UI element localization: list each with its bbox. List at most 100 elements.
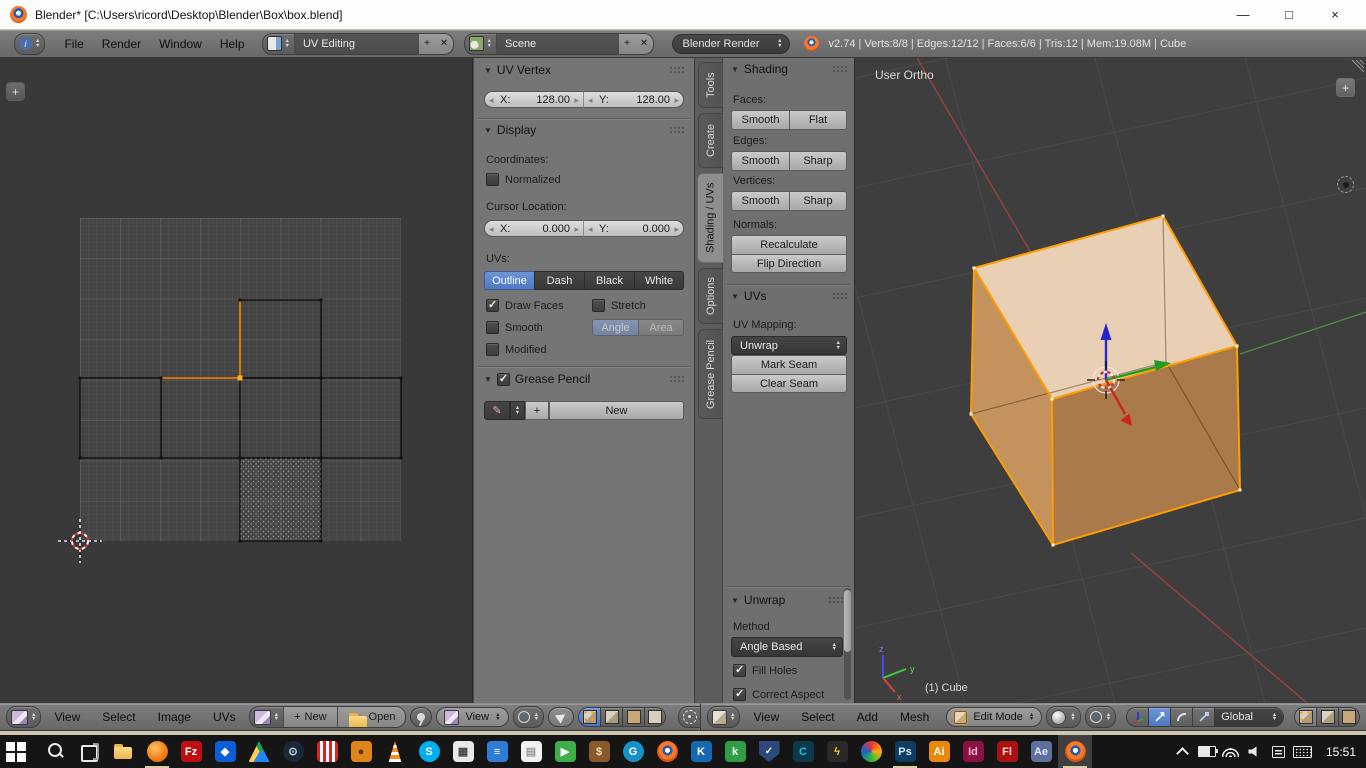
start-button[interactable] [2,735,38,768]
translate-manipulator-button[interactable] [1148,707,1170,727]
taskbar-app-file-explorer[interactable] [106,735,140,768]
method-dropdown[interactable]: Angle Based [731,637,843,657]
close-button[interactable]: × [1312,0,1358,29]
clear-seam-button[interactable]: Clear Seam [731,374,847,393]
uv-vertex-x-slider[interactable]: X:128.00 [484,91,584,108]
unwrap-dropdown[interactable]: Unwrap [731,336,847,355]
uv-sync-selection-toggle[interactable] [548,707,574,727]
edges-sharp-button[interactable]: Sharp [789,151,847,171]
menu-help[interactable]: Help [211,37,254,51]
scrollbar-thumb[interactable] [844,590,851,652]
grease-pencil-browse-button[interactable] [510,401,525,420]
tray-wifi[interactable] [1219,735,1243,768]
uv-draw-dash-button[interactable]: Dash [534,271,584,290]
taskbar-app-task-view[interactable] [72,735,106,768]
uv-pivot-dropdown[interactable] [513,706,544,728]
taskbar-app-app-orange[interactable]: ● [344,735,378,768]
panel-header-display[interactable]: ▼ Display [484,123,684,137]
tab-grease-pencil[interactable]: Grease Pencil [698,329,723,419]
taskbar-app-blender[interactable] [1058,735,1092,768]
menu-render[interactable]: Render [93,37,150,51]
taskbar-app-skype[interactable]: S [412,735,446,768]
modified-checkbox[interactable] [486,343,499,356]
maximize-button[interactable]: □ [1266,0,1312,29]
vp-menu-add[interactable]: Add [848,710,887,724]
pin-image-button[interactable] [410,707,432,727]
interaction-mode-dropdown[interactable]: Edit Mode [946,707,1042,727]
taskbar-app-notebook-app[interactable]: ≡ [480,735,514,768]
cursor-x-slider[interactable]: X:0.000 [484,220,584,237]
tab-create[interactable]: Create [698,113,723,168]
region-corner-grip[interactable] [1352,60,1364,72]
viewport-3d[interactable]: z y x User Ortho (1) Cube + [855,58,1366,703]
taskbar-app-ledger-app[interactable]: $ [582,735,616,768]
stretch-angle-button[interactable]: Angle [592,319,638,336]
taskbar-app-calculator[interactable]: ▦ [446,735,480,768]
panel-header-uv-vertex[interactable]: ▼ UV Vertex [484,63,684,77]
menu-window[interactable]: Window [150,37,211,51]
panel-header-uvs[interactable]: ▼ UVs [731,289,847,303]
uv-selected-vertex[interactable] [238,376,243,381]
stretch-row[interactable]: Stretch [592,299,646,312]
uv-menu-image[interactable]: Image [149,710,200,724]
smooth-checkbox[interactable] [486,321,499,334]
uv-draw-outline-button[interactable]: Outline [484,271,534,290]
screen-layout-selector[interactable]: UV Editing + ✕ [262,33,454,55]
tab-tools[interactable]: Tools [698,62,723,108]
scene-selector[interactable]: Scene + ✕ [464,33,654,55]
taskbar-app-app-green-arrow[interactable]: ▶ [548,735,582,768]
manipulator-axes-button[interactable] [1126,707,1148,727]
smooth-row[interactable]: Smooth [486,321,543,334]
uv-mode-dropdown[interactable]: View [436,707,508,727]
minimize-button[interactable]: — [1220,0,1266,29]
add-scene-button[interactable]: + [619,34,636,54]
vp-menu-view[interactable]: View [744,710,788,724]
taskbar-app-vlc[interactable] [378,735,412,768]
taskbar-app-firefox[interactable] [140,735,174,768]
panel-grip-icon[interactable] [669,66,684,74]
cursor-y-slider[interactable]: Y:0.000 [584,220,684,237]
grease-pencil-add-button[interactable]: + [525,401,549,420]
taskbar-app-paint-app[interactable] [854,735,888,768]
uv-draw-black-button[interactable]: Black [584,271,634,290]
image-open-button[interactable]: Open [338,707,406,727]
uv-draw-white-button[interactable]: White [634,271,684,290]
viewport-shading-dropdown[interactable] [1046,706,1080,728]
uv-select-vertex-button[interactable] [578,707,600,727]
delete-layout-button[interactable]: ✕ [436,34,453,54]
recalculate-button[interactable]: Recalculate [731,235,847,254]
vertices-sharp-button[interactable]: Sharp [789,191,847,211]
tray-keyboard[interactable] [1291,735,1315,768]
grease-pencil-brush-button[interactable]: ✎ [484,401,510,420]
flip-direction-button[interactable]: Flip Direction [731,254,847,273]
taskbar-app-steam[interactable]: ⊙ [276,735,310,768]
taskbar-app-photoshop[interactable]: Ps [888,735,922,768]
taskbar-app-google-drive[interactable] [242,735,276,768]
taskbar-app-blender-pinned[interactable] [650,735,684,768]
uv-select-island-button[interactable] [644,707,666,727]
vertices-smooth-button[interactable]: Smooth [731,191,789,211]
panel-grip-icon[interactable] [669,126,684,134]
uv-vertex-y-slider[interactable]: Y:128.00 [584,91,684,108]
taskbar-app-indesign[interactable]: Id [956,735,990,768]
uv-menu-uvs[interactable]: UVs [204,710,245,724]
stretch-checkbox[interactable] [592,299,605,312]
taskbar-app-app-yellow[interactable]: ϟ [820,735,854,768]
uv-select-face-button[interactable] [622,707,644,727]
grease-pencil-checkbox[interactable] [497,373,510,386]
uv-menu-view[interactable]: View [45,710,89,724]
rotation-widget-icon[interactable] [1337,176,1354,193]
normalized-checkbox-row[interactable]: Normalized [486,173,561,186]
title-bar[interactable]: Blender* [C:\Users\ricord\Desktop\Blende… [0,0,1366,30]
tray-action-center[interactable] [1267,735,1291,768]
pivot-point-dropdown[interactable] [1085,706,1116,728]
image-browse-button[interactable] [250,707,284,727]
taskbar-app-app-green-k[interactable]: k [718,735,752,768]
grease-pencil-new-button[interactable]: New [549,401,684,420]
blender-splash-icon[interactable] [804,36,819,51]
panel-grip-icon[interactable] [669,375,684,383]
editor-type-selector-uv[interactable] [6,706,41,728]
rotate-manipulator-button[interactable] [1170,707,1192,727]
render-engine-dropdown[interactable]: Blender Render [672,34,790,54]
taskbar-app-illustrator[interactable]: Ai [922,735,956,768]
